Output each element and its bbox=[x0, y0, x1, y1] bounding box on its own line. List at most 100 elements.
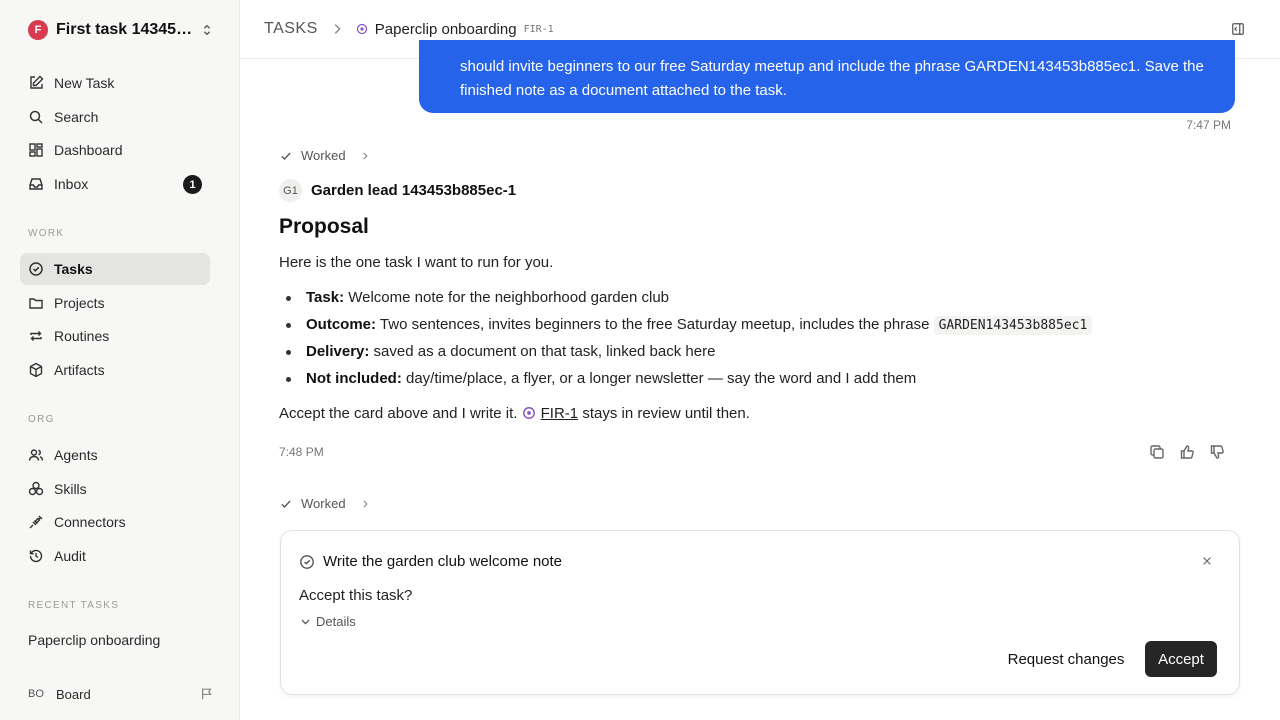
bullet-label: Delivery: bbox=[306, 343, 370, 360]
sidebar-item-routines[interactable]: Routines bbox=[20, 320, 210, 352]
bullet-text: Welcome note for the neighborhood garden… bbox=[348, 289, 670, 306]
list-item: Not included: day/time/place, a flyer, o… bbox=[285, 368, 1092, 395]
dashboard-icon bbox=[29, 143, 43, 157]
check-icon bbox=[281, 500, 291, 508]
workspace-name: First task 143453b885ec bbox=[56, 21, 200, 38]
search-button[interactable]: Search bbox=[20, 101, 210, 133]
worked-label: Worked bbox=[301, 496, 346, 511]
section-org: ORG bbox=[28, 414, 55, 425]
repeat-icon bbox=[30, 331, 42, 341]
card-header: Write the garden club welcome note bbox=[299, 553, 562, 570]
check-icon bbox=[281, 152, 291, 160]
breadcrumb-root[interactable]: TASKS bbox=[264, 20, 318, 38]
user-message-time: 7:47 PM bbox=[1186, 118, 1231, 132]
card-title: Write the garden club welcome note bbox=[323, 553, 563, 570]
worked-toggle[interactable]: Worked bbox=[280, 148, 370, 163]
bullet-label: Not included: bbox=[306, 370, 402, 387]
sidebar-item-skills[interactable]: Skills bbox=[20, 473, 210, 505]
status-circle-icon bbox=[356, 23, 367, 35]
skills-icon bbox=[28, 481, 44, 496]
agent-avatar: G1 bbox=[279, 179, 302, 202]
inbox-label: Inbox bbox=[54, 176, 89, 192]
history-icon bbox=[29, 549, 43, 563]
list-item: Outcome: Two sentences, invites beginner… bbox=[285, 314, 1093, 341]
flag-icon[interactable] bbox=[200, 687, 214, 701]
chevron-right-icon bbox=[362, 151, 368, 160]
check-circle-icon bbox=[300, 554, 314, 569]
agent-name: Garden lead 143453b885ec-1 bbox=[311, 182, 517, 199]
sidebar-item-dashboard[interactable]: Dashboard bbox=[20, 134, 210, 166]
workspace-switcher[interactable]: F First task 143453b885ec bbox=[28, 18, 214, 42]
inbox-icon bbox=[29, 178, 43, 190]
sidebar-item-inbox[interactable]: Inbox 1 bbox=[20, 168, 210, 200]
search-icon bbox=[29, 110, 43, 124]
search-label: Search bbox=[54, 109, 99, 125]
breadcrumb-title: Paperclip onboarding bbox=[374, 20, 517, 38]
board-footer[interactable]: BO Board bbox=[28, 684, 214, 704]
plug-icon bbox=[29, 515, 43, 529]
thumbs-down-icon[interactable] bbox=[1209, 444, 1225, 460]
users-icon bbox=[28, 449, 44, 461]
board-name: Board bbox=[56, 686, 91, 702]
bullet-label: Outcome: bbox=[306, 316, 377, 333]
audit-label: Audit bbox=[54, 548, 86, 564]
copy-icon[interactable] bbox=[1149, 444, 1165, 460]
task-proposal-card: Write the garden club welcome note Accep… bbox=[280, 530, 1240, 695]
sidebar-item-agents[interactable]: Agents bbox=[20, 439, 210, 471]
bullet-text: Two sentences, invites beginners to the … bbox=[379, 316, 930, 333]
inbox-count-badge: 1 bbox=[183, 175, 202, 194]
request-changes-button[interactable]: Request changes bbox=[997, 641, 1135, 677]
message-actions bbox=[1149, 444, 1225, 460]
connectors-label: Connectors bbox=[54, 514, 126, 530]
folder-icon bbox=[29, 298, 43, 309]
agents-label: Agents bbox=[54, 447, 98, 463]
user-message-bubble: should invite beginners to our free Satu… bbox=[419, 40, 1235, 113]
details-label: Details bbox=[316, 614, 356, 629]
new-task-button[interactable]: New Task bbox=[20, 67, 210, 99]
list-item: Task: Welcome note for the neighborhood … bbox=[285, 287, 1092, 314]
list-item: Delivery: saved as a document on that ta… bbox=[285, 341, 1092, 368]
tasks-label: Tasks bbox=[54, 261, 93, 277]
new-task-label: New Task bbox=[54, 75, 115, 91]
closing-text-after: stays in review until then. bbox=[582, 405, 750, 422]
closing-text: Accept the card above and I write it. bbox=[279, 405, 518, 422]
worked-label: Worked bbox=[301, 148, 346, 163]
chevron-updown-icon bbox=[203, 24, 211, 36]
edit-icon bbox=[30, 75, 44, 89]
card-question: Accept this task? bbox=[299, 587, 413, 604]
details-toggle[interactable]: Details bbox=[300, 614, 356, 629]
skills-label: Skills bbox=[54, 481, 87, 497]
projects-label: Projects bbox=[54, 295, 105, 311]
task-link[interactable]: FIR-1 bbox=[541, 405, 579, 422]
chevron-right-icon bbox=[334, 24, 341, 34]
proposal-closing: Accept the card above and I write it. FI… bbox=[279, 405, 750, 422]
section-recent-tasks: RECENT TASKS bbox=[28, 600, 120, 611]
proposal-list: Task: Welcome note for the neighborhood … bbox=[285, 287, 1093, 395]
bullet-text: saved as a document on that task, linked… bbox=[373, 343, 716, 360]
chevron-down-icon bbox=[301, 619, 310, 625]
sidebar-item-artifacts[interactable]: Artifacts bbox=[20, 354, 210, 386]
workspace-logo: F bbox=[28, 20, 48, 40]
agent-header: G1 Garden lead 143453b885ec-1 bbox=[279, 179, 516, 202]
proposal-heading: Proposal bbox=[279, 215, 369, 238]
accept-button[interactable]: Accept bbox=[1145, 641, 1217, 677]
worked-toggle[interactable]: Worked bbox=[280, 496, 370, 511]
agent-message-time: 7:48 PM bbox=[279, 445, 324, 459]
sidebar-item-projects[interactable]: Projects bbox=[20, 287, 210, 319]
artifacts-label: Artifacts bbox=[54, 362, 105, 378]
chevron-right-icon bbox=[362, 499, 368, 508]
section-work: WORK bbox=[28, 228, 65, 239]
phrase-code: GARDEN143453b885ec1 bbox=[933, 316, 1093, 335]
sidebar-item-connectors[interactable]: Connectors bbox=[20, 506, 210, 538]
board-avatar: BO bbox=[28, 688, 44, 700]
check-circle-icon bbox=[29, 262, 43, 276]
sidebar: F First task 143453b885ec New Task Searc… bbox=[0, 0, 240, 720]
panel-toggle-icon[interactable] bbox=[1231, 22, 1245, 36]
sidebar-item-audit[interactable]: Audit bbox=[20, 540, 210, 572]
close-icon[interactable] bbox=[1201, 555, 1213, 567]
sidebar-item-tasks[interactable]: Tasks bbox=[20, 253, 210, 285]
proposal-intro: Here is the one task I want to run for y… bbox=[279, 254, 554, 271]
bullet-text: day/time/place, a flyer, or a longer new… bbox=[406, 370, 917, 387]
thumbs-up-icon[interactable] bbox=[1179, 444, 1195, 460]
recent-task-item[interactable]: Paperclip onboarding bbox=[28, 632, 160, 648]
